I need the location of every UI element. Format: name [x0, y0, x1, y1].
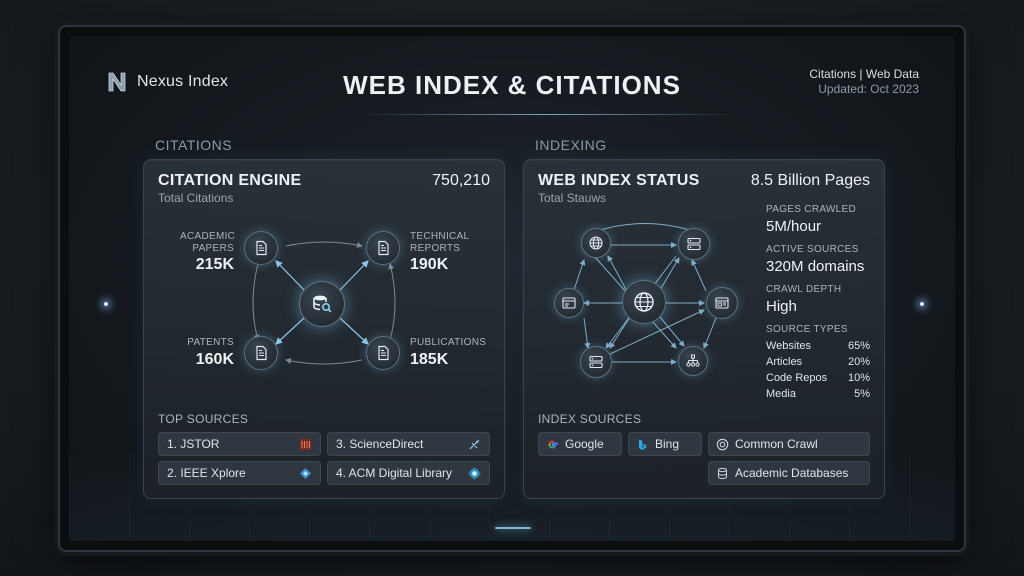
patents-label: PATENTS: [187, 337, 234, 348]
index-source-label: Academic Databases: [735, 466, 849, 480]
source-type-pct: 10%: [847, 372, 870, 384]
source-type-name: Media: [766, 388, 796, 400]
stat-label-pages-crawled: PAGES CRAWLED: [766, 204, 857, 215]
citation-engine-hub[interactable]: [299, 281, 345, 327]
dashboard: Nexus Index WEB INDEX & CITATIONS Citati…: [69, 36, 955, 541]
ambient-light: [104, 302, 108, 306]
stat-value-active-sources: 320M domains: [766, 258, 865, 275]
stat-label-crawl-depth: CRAWL DEPTH: [766, 284, 842, 295]
globe-icon: [634, 292, 654, 312]
google-icon: [548, 440, 559, 449]
server-icon: [589, 355, 603, 369]
index-source-google[interactable]: Google: [538, 432, 622, 456]
title-divider: [359, 114, 739, 115]
bing-icon: [639, 439, 647, 450]
academic-papers-label: ACADEMIC PAPERS: [180, 231, 236, 254]
publications-value: 185K: [410, 351, 449, 368]
code-node[interactable]: [678, 346, 708, 376]
server-icon: [687, 237, 701, 251]
section-label-citations: CITATIONS: [155, 137, 233, 153]
top-sources-heading: TOP SOURCES: [158, 412, 249, 426]
sciencedirect-icon: [469, 439, 480, 450]
code-hierarchy-icon: [686, 354, 700, 367]
webpage-node[interactable]: [706, 287, 738, 319]
database-icon: [718, 467, 727, 479]
globe-icon: [589, 236, 603, 250]
index-source-label: Common Crawl: [735, 437, 818, 451]
total-pages-value: 8.5 Billion Pages: [750, 172, 870, 189]
source-type-row: Media 5%: [766, 388, 870, 400]
webpage-icon: [715, 297, 729, 309]
document-icon: [256, 240, 267, 256]
source-type-row: Websites 65%: [766, 340, 870, 352]
source-type-row: Articles 20%: [766, 356, 870, 368]
technical-reports-label: TECHNICAL REPORTS: [410, 231, 470, 254]
source-label: 1. JSTOR: [167, 437, 220, 451]
source-types-heading: SOURCE TYPES: [766, 324, 848, 335]
publications-label: PUBLICATIONS: [410, 337, 487, 348]
header-meta: Citations | Web Data Updated: Oct 2023: [809, 67, 919, 97]
index-source-label: Bing: [655, 437, 680, 451]
source-type-name: Websites: [766, 340, 812, 352]
browser-node[interactable]: [554, 288, 584, 318]
stat-label-active-sources: ACTIVE SOURCES: [766, 244, 859, 255]
stat-value-crawl-depth: High: [766, 298, 797, 315]
browser-window-icon: [562, 297, 576, 309]
document-icon: [378, 240, 389, 256]
acm-icon: [468, 467, 481, 480]
source-type-pct: 5%: [854, 388, 870, 400]
source-label: 3. ScienceDirect: [336, 437, 424, 451]
meta-category: Citations | Web Data: [809, 67, 919, 81]
source-acm-digital-library[interactable]: 4. ACM Digital Library: [327, 461, 490, 485]
document-icon: [256, 345, 267, 361]
index-source-common-crawl[interactable]: Common Crawl: [708, 432, 870, 456]
server-node[interactable]: [678, 228, 710, 260]
academic-papers-node[interactable]: [244, 231, 278, 265]
database-search-icon: [313, 295, 332, 313]
source-type-row: Code Repos 10%: [766, 372, 870, 384]
document-icon: [378, 345, 389, 361]
citation-engine-panel: CITATION ENGINE Total Citations 750,210: [143, 159, 505, 499]
display-frame: Nexus Index WEB INDEX & CITATIONS Citati…: [58, 25, 966, 552]
source-jstor[interactable]: 1. JSTOR: [158, 432, 321, 456]
technical-reports-node[interactable]: [366, 231, 400, 265]
source-sciencedirect[interactable]: 3. ScienceDirect: [327, 432, 490, 456]
jstor-icon: [300, 439, 311, 450]
section-label-indexing: INDEXING: [535, 137, 607, 153]
meta-updated: Updated: Oct 2023: [818, 82, 919, 96]
index-source-label: Google: [565, 437, 604, 451]
patents-value: 160K: [195, 351, 234, 368]
stat-value-pages-crawled: 5M/hour: [766, 218, 822, 235]
source-label: 2. IEEE Xplore: [167, 466, 246, 480]
common-crawl-icon: [716, 438, 729, 450]
source-label: 4. ACM Digital Library: [336, 466, 453, 480]
index-source-academic-databases[interactable]: Academic Databases: [708, 461, 870, 485]
source-type-name: Articles: [766, 356, 803, 368]
ambient-light: [920, 302, 924, 306]
ieee-icon: [300, 468, 311, 479]
web-index-hub[interactable]: [622, 280, 666, 324]
academic-papers-value: 215K: [195, 256, 234, 273]
publications-node[interactable]: [366, 336, 400, 370]
source-type-pct: 65%: [847, 340, 870, 352]
web-index-panel: WEB INDEX STATUS Total Stauws 8.5 Billio…: [523, 159, 885, 499]
index-source-bing[interactable]: Bing: [628, 432, 702, 456]
storage-node[interactable]: [580, 346, 612, 378]
index-sources-heading: INDEX SOURCES: [538, 412, 642, 426]
source-type-pct: 20%: [847, 356, 870, 368]
bottom-indicator: [495, 527, 531, 529]
technical-reports-value: 190K: [410, 256, 449, 273]
source-type-name: Code Repos: [766, 372, 828, 384]
patents-node[interactable]: [244, 336, 278, 370]
source-ieee-xplore[interactable]: 2. IEEE Xplore: [158, 461, 321, 485]
globe-node[interactable]: [581, 228, 611, 258]
